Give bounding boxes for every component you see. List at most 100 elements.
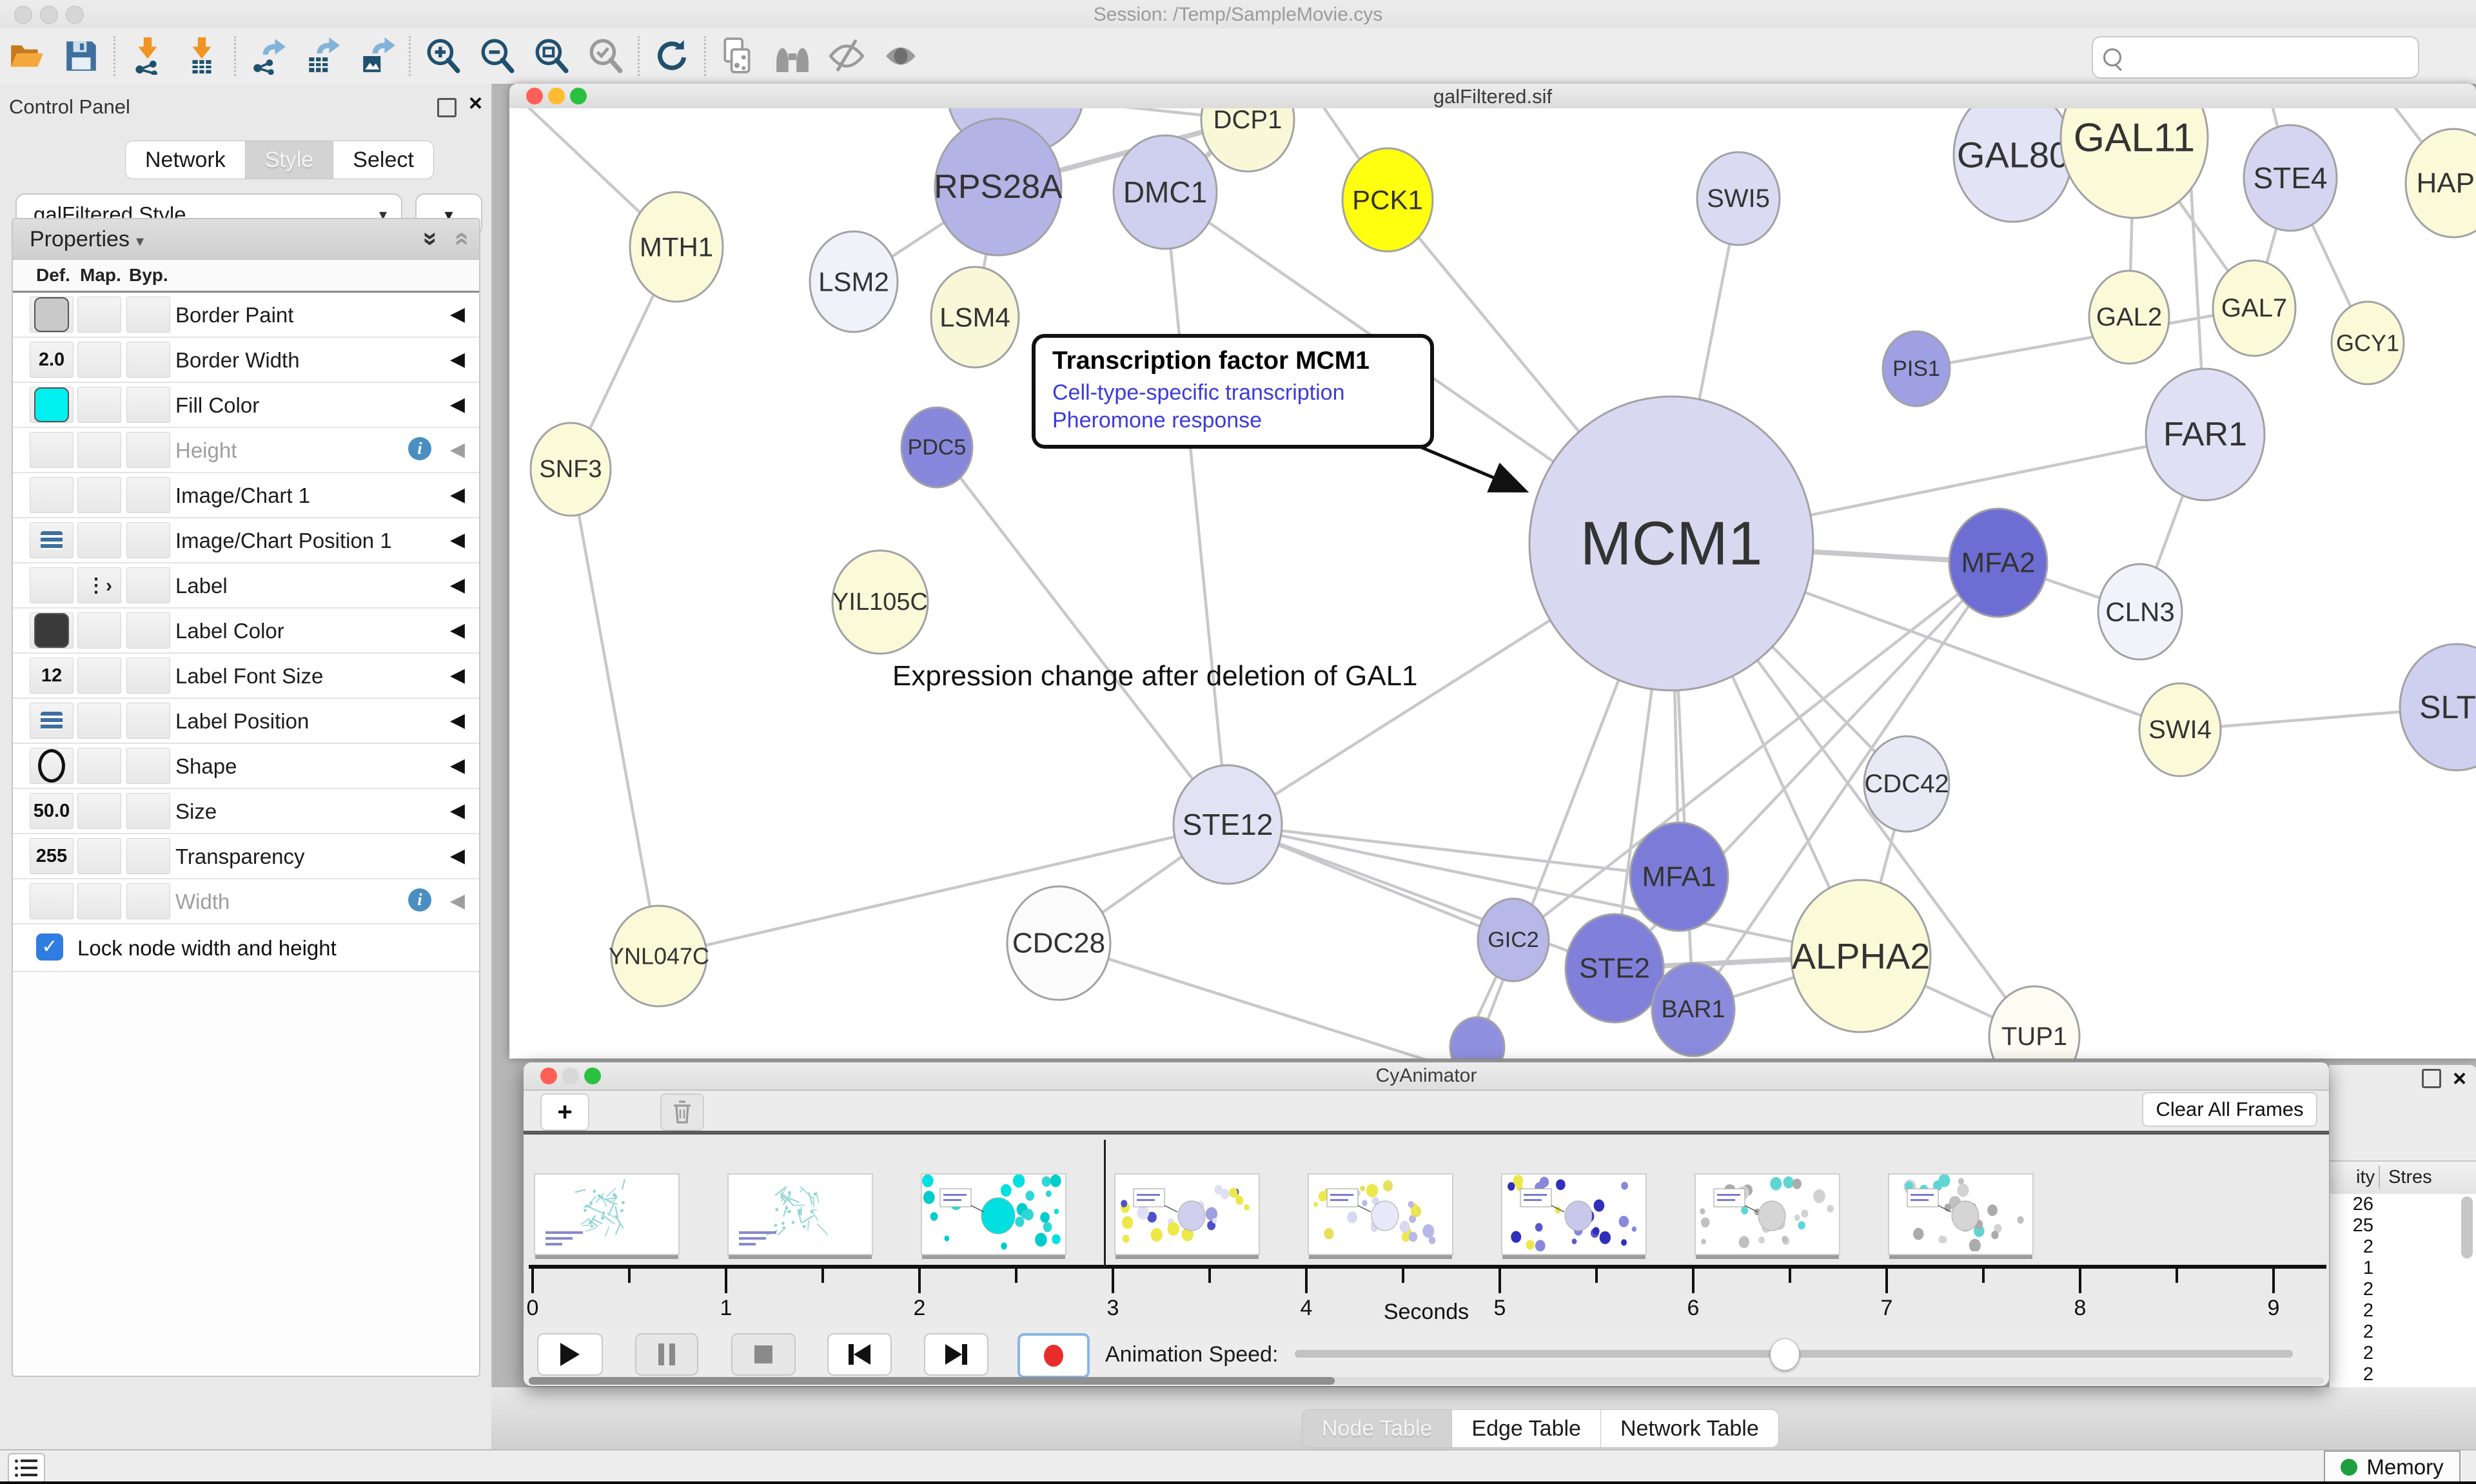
pause-button[interactable] [635,1333,698,1376]
property-cell[interactable] [126,387,170,423]
network-edge[interactable] [659,825,1228,956]
show-graphics-details-icon[interactable] [881,36,921,76]
property-cell[interactable] [30,883,74,919]
cyanimator-scrollbar-thumb[interactable] [529,1377,1335,1385]
close-panel-icon[interactable]: × [469,94,482,112]
property-cell[interactable] [126,748,170,784]
chevron-left-icon[interactable]: ◀ [450,348,465,371]
network-edge[interactable] [1059,943,1515,1059]
import-table-icon[interactable] [182,36,222,76]
property-cell[interactable] [126,432,170,468]
import-network-icon[interactable] [128,36,168,76]
property-row-width[interactable]: Widthi◀ [13,879,479,924]
frame-thumbnail-5[interactable] [1501,1173,1647,1255]
property-row-image-chart-position-1[interactable]: Image/Chart Position 1◀ [13,518,479,563]
property-row-image-chart-1[interactable]: Image/Chart 1◀ [13,473,479,518]
property-cell[interactable] [126,703,170,739]
add-frame-button[interactable]: + [540,1093,589,1131]
tab-network[interactable]: Network [125,141,246,179]
property-row-transparency[interactable]: 255Transparency◀ [13,834,479,879]
property-cell[interactable] [126,612,170,649]
network-edge[interactable] [1916,308,2254,369]
property-cell[interactable] [77,838,121,874]
property-cell[interactable] [30,522,74,558]
property-row-label-color[interactable]: Label Color◀ [13,609,479,654]
table-row[interactable]: 26 [2330,1194,2476,1215]
annotation-link[interactable]: Pheromone response [1052,408,1413,433]
chevron-left-icon[interactable]: ◀ [450,890,465,912]
info-icon[interactable]: i [408,437,431,460]
table-row[interactable]: 2 [2330,1364,2476,1385]
chevron-left-icon[interactable]: ◀ [450,574,465,596]
chevron-left-icon[interactable]: ◀ [450,754,465,777]
delete-frame-button[interactable] [660,1093,704,1131]
property-cell[interactable]: ⋮› [77,567,121,603]
collapse-all-icon[interactable]: » [446,231,475,246]
table-row[interactable]: 2 [2330,1322,2476,1343]
close-table-icon[interactable]: × [2453,1069,2466,1088]
chevron-left-icon[interactable]: ◀ [450,845,465,867]
property-cell[interactable] [126,297,170,333]
property-cell[interactable] [30,612,74,649]
table-column-stress[interactable]: Stres [2388,1167,2432,1188]
table-row[interactable]: 1 [2330,1258,2476,1279]
table-row[interactable]: 25 [2330,1215,2476,1236]
frame-thumbnail-6[interactable] [1695,1173,1840,1255]
network-window-titlebar[interactable]: galFiltered.sif [509,84,2476,110]
property-cell[interactable] [77,432,121,468]
zoom-selected-icon[interactable] [585,36,625,76]
frame-thumbnail-2[interactable] [921,1173,1066,1255]
skip-to-start-button[interactable] [827,1333,892,1376]
tab-style[interactable]: Style [246,141,334,179]
property-cell[interactable] [30,703,74,739]
property-cell[interactable] [77,297,121,333]
property-row-height[interactable]: Heighti◀ [13,428,479,473]
clear-all-frames-button[interactable]: Clear All Frames [2142,1092,2317,1127]
property-cell[interactable] [30,567,74,603]
tab-select[interactable]: Select [333,141,434,179]
table-column-ity[interactable]: ity [2356,1167,2375,1188]
property-row-shape[interactable]: Shape◀ [13,744,479,789]
table-row[interactable]: 2 [2330,1343,2476,1364]
expand-all-icon[interactable]: » [416,231,445,246]
property-row-size[interactable]: 50.0Size◀ [13,789,479,834]
memory-button[interactable]: Memory [2324,1450,2461,1484]
network-node-NX1[interactable] [1450,1017,1504,1059]
export-image-icon[interactable] [357,36,397,76]
property-cell[interactable] [30,387,74,423]
info-icon[interactable]: i [408,888,431,912]
property-cell[interactable] [126,838,170,874]
table-row[interactable]: 2 [2330,1279,2476,1300]
open-folder-icon[interactable] [7,36,47,76]
property-cell[interactable] [30,477,74,513]
property-cell[interactable] [30,297,74,333]
network-canvas[interactable]: RPS28BDCP1DMC1RPS28APCK1SWI5GAL80GAL11ST… [509,108,2476,1059]
annotation-box[interactable]: Transcription factor MCM1 Cell-type-spec… [1032,334,1434,449]
property-cell[interactable] [30,748,74,784]
property-cell[interactable] [77,522,121,558]
property-cell[interactable]: 255 [30,838,74,874]
cyanimator-titlebar[interactable]: CyAnimator [524,1062,2329,1091]
play-button[interactable] [537,1333,603,1376]
tab-network-table[interactable]: Network Table [1601,1409,1779,1448]
frame-thumbnail-0[interactable] [534,1173,680,1255]
property-cell[interactable] [126,793,170,829]
clone-network-icon[interactable] [718,36,758,76]
lock-size-checkbox[interactable]: ✓ [36,933,63,961]
skip-to-end-button[interactable] [924,1333,988,1376]
property-row-label-font-size[interactable]: 12Label Font Size◀ [13,654,479,699]
tab-node-table[interactable]: Node Table [1302,1409,1452,1448]
cyanimator-scrollbar[interactable] [529,1377,2324,1385]
chevron-left-icon[interactable]: ◀ [450,393,465,416]
frame-thumbnail-4[interactable] [1308,1173,1453,1255]
chevron-left-icon[interactable]: ◀ [450,483,465,506]
float-table-icon[interactable] [2422,1069,2441,1088]
property-cell[interactable]: 2.0 [30,342,74,378]
frame-thumbnail-7[interactable] [1888,1173,2034,1255]
table-row[interactable]: 2 [2330,1236,2476,1258]
stop-button[interactable] [731,1333,796,1376]
tab-edge-table[interactable]: Edge Table [1452,1409,1601,1448]
property-cell[interactable] [77,703,121,739]
property-row-label-position[interactable]: Label Position◀ [13,699,479,744]
timeline[interactable]: 0123456789Seconds [524,1135,2329,1328]
